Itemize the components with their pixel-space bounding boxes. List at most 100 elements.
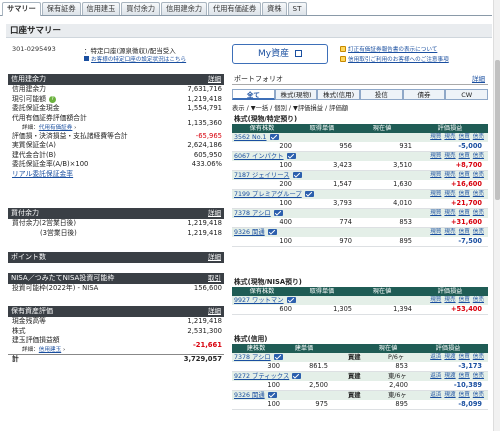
tab-7[interactable]: ST — [287, 2, 307, 15]
action-3[interactable]: 信売 — [473, 210, 484, 216]
points-detail-link[interactable]: 詳細 — [208, 252, 221, 263]
stock-link[interactable]: 9272 ブティックス — [234, 373, 289, 380]
action-3[interactable]: 信売 — [473, 297, 484, 303]
action-3[interactable]: 信売 — [473, 373, 484, 379]
action-2[interactable]: 信買 — [459, 191, 470, 197]
action-0[interactable]: 返済 — [430, 373, 441, 379]
action-2[interactable]: 信買 — [459, 172, 470, 178]
action-3[interactable]: 信売 — [473, 191, 484, 197]
action-2[interactable]: 信買 — [459, 153, 470, 159]
stock-link[interactable]: 6067 インパクト — [234, 153, 284, 160]
action-1[interactable]: 現売 — [444, 229, 455, 235]
scrollbar[interactable] — [493, 0, 500, 431]
action-1[interactable]: 現渡 — [444, 354, 455, 360]
mail-icon[interactable] — [286, 153, 296, 159]
holding-item: 9927 ワットマン 現買 現売 信買 信売 600 1,305 1,394 +53,400 — [232, 296, 488, 315]
tab-2[interactable]: 信用建玉 — [81, 2, 121, 15]
action-2[interactable]: 信買 — [459, 392, 470, 398]
portfolio-tab-3[interactable]: 投信 — [360, 89, 403, 100]
tab-6[interactable]: 資株 — [262, 2, 287, 15]
holding-cost: 774 — [339, 218, 352, 226]
action-3[interactable]: 信売 — [473, 153, 484, 159]
mail-icon[interactable] — [267, 392, 277, 398]
substitute-link[interactable]: 代用有価証券 — [39, 125, 73, 131]
credit-detail-link[interactable]: 詳細 — [208, 74, 221, 85]
action-2[interactable]: 信買 — [459, 134, 470, 140]
action-1[interactable]: 現売 — [444, 210, 455, 216]
stock-link[interactable]: 9927 ワットマン — [234, 297, 284, 304]
notice-link-2[interactable]: 信用取引ご利用のお客様へのご注意事項 — [340, 55, 449, 63]
action-1[interactable]: 現売 — [444, 153, 455, 159]
portfolio-tab-1[interactable]: 株式(現物) — [274, 89, 318, 100]
stock-link[interactable]: 7378 アシロ — [234, 354, 271, 361]
real-margin-link[interactable]: リアル委託保証金率 — [8, 170, 224, 180]
scrollbar-thumb[interactable] — [495, 60, 500, 200]
notice-link-1[interactable]: 訂正有価証券報告書の表示について — [340, 45, 437, 53]
mail-icon[interactable] — [286, 297, 296, 303]
holding-values: 100 970 895 -7,500 — [232, 237, 488, 246]
tab-4[interactable]: 信用建余力 — [161, 2, 208, 15]
credit-values: 100 2,500 2,400 -10,389 — [232, 381, 488, 390]
stock-link[interactable]: 9326 関通 — [234, 229, 265, 236]
action-0[interactable]: 返済 — [430, 354, 441, 360]
stock-link[interactable]: 7199 プレミアグループ — [234, 191, 302, 198]
tab-3[interactable]: 買付余力 — [121, 2, 161, 15]
action-0[interactable]: 現買 — [430, 210, 441, 216]
action-1[interactable]: 現売 — [444, 297, 455, 303]
tab-5[interactable]: 代用有価証券 — [208, 2, 262, 15]
holding-qty: 200 — [279, 142, 292, 150]
mail-icon[interactable] — [292, 373, 302, 379]
action-0[interactable]: 現買 — [430, 297, 441, 303]
portfolio-tab-4[interactable]: 債券 — [402, 89, 446, 100]
mail-icon[interactable] — [267, 229, 277, 235]
action-0[interactable]: 現買 — [430, 153, 441, 159]
action-3[interactable]: 信売 — [473, 172, 484, 178]
action-2[interactable]: 信買 — [459, 354, 470, 360]
action-2[interactable]: 信買 — [459, 373, 470, 379]
action-0[interactable]: 現買 — [430, 172, 441, 178]
action-3[interactable]: 信売 — [473, 392, 484, 398]
action-1[interactable]: 現売 — [444, 134, 455, 140]
action-0[interactable]: 現買 — [430, 229, 441, 235]
sort-bar[interactable]: 表示 / ▼一括 / 個別 / ▼評価損益 / 評価額 — [232, 103, 348, 112]
stock-link[interactable]: 7187 ジェイリース — [234, 172, 290, 179]
help-icon[interactable]: ? — [48, 95, 56, 103]
action-1[interactable]: 現売 — [444, 172, 455, 178]
tab-0[interactable]: サマリー — [2, 2, 41, 16]
portfolio-detail-link[interactable]: 詳細 — [472, 74, 485, 85]
portfolio-tab-0[interactable]: 全て — [232, 89, 275, 100]
holding-item: 6067 インパクト 現買 現売 信買 信売 100 3,423 3,510 +8,700 — [232, 152, 488, 171]
stock-link[interactable]: 9326 関通 — [234, 392, 265, 399]
action-2[interactable]: 信買 — [459, 297, 470, 303]
mail-icon[interactable] — [273, 354, 283, 360]
account-settings-link[interactable]: お客様の特定口座の設定状況はこちら — [84, 55, 186, 63]
action-links: 返済 現渡 信買 信売 — [427, 372, 484, 381]
holdings-detail-link[interactable]: 詳細 — [208, 306, 221, 317]
stock-link[interactable]: 7378 アシロ — [234, 210, 271, 217]
action-2[interactable]: 信買 — [459, 229, 470, 235]
action-1[interactable]: 現売 — [444, 191, 455, 197]
action-3[interactable]: 信売 — [473, 229, 484, 235]
my-asset-button[interactable]: My資産 — [232, 44, 328, 64]
tab-1[interactable]: 保有証券 — [41, 2, 81, 15]
mail-icon[interactable] — [304, 191, 314, 197]
mail-icon[interactable] — [292, 172, 302, 178]
holding-name: 9927 ワットマン — [234, 296, 296, 305]
action-3[interactable]: 信売 — [473, 134, 484, 140]
stock-link[interactable]: 3562 No.1 — [234, 134, 267, 141]
mail-icon[interactable] — [269, 134, 279, 140]
action-1[interactable]: 現渡 — [444, 392, 455, 398]
action-3[interactable]: 信売 — [473, 354, 484, 360]
nisa-trade-link[interactable]: 取引 — [208, 273, 221, 284]
credit-position-link[interactable]: 信用建玉 — [39, 347, 61, 353]
action-0[interactable]: 現買 — [430, 191, 441, 197]
action-0[interactable]: 現買 — [430, 134, 441, 140]
buying-detail-link[interactable]: 詳細 — [208, 208, 221, 219]
action-2[interactable]: 信買 — [459, 210, 470, 216]
action-0[interactable]: 返済 — [430, 392, 441, 398]
portfolio-tab-5[interactable]: CW — [445, 89, 489, 100]
mail-icon[interactable] — [273, 210, 283, 216]
credit-blank — [328, 362, 368, 371]
portfolio-tab-2[interactable]: 株式(信用) — [317, 89, 361, 100]
action-1[interactable]: 現渡 — [444, 373, 455, 379]
